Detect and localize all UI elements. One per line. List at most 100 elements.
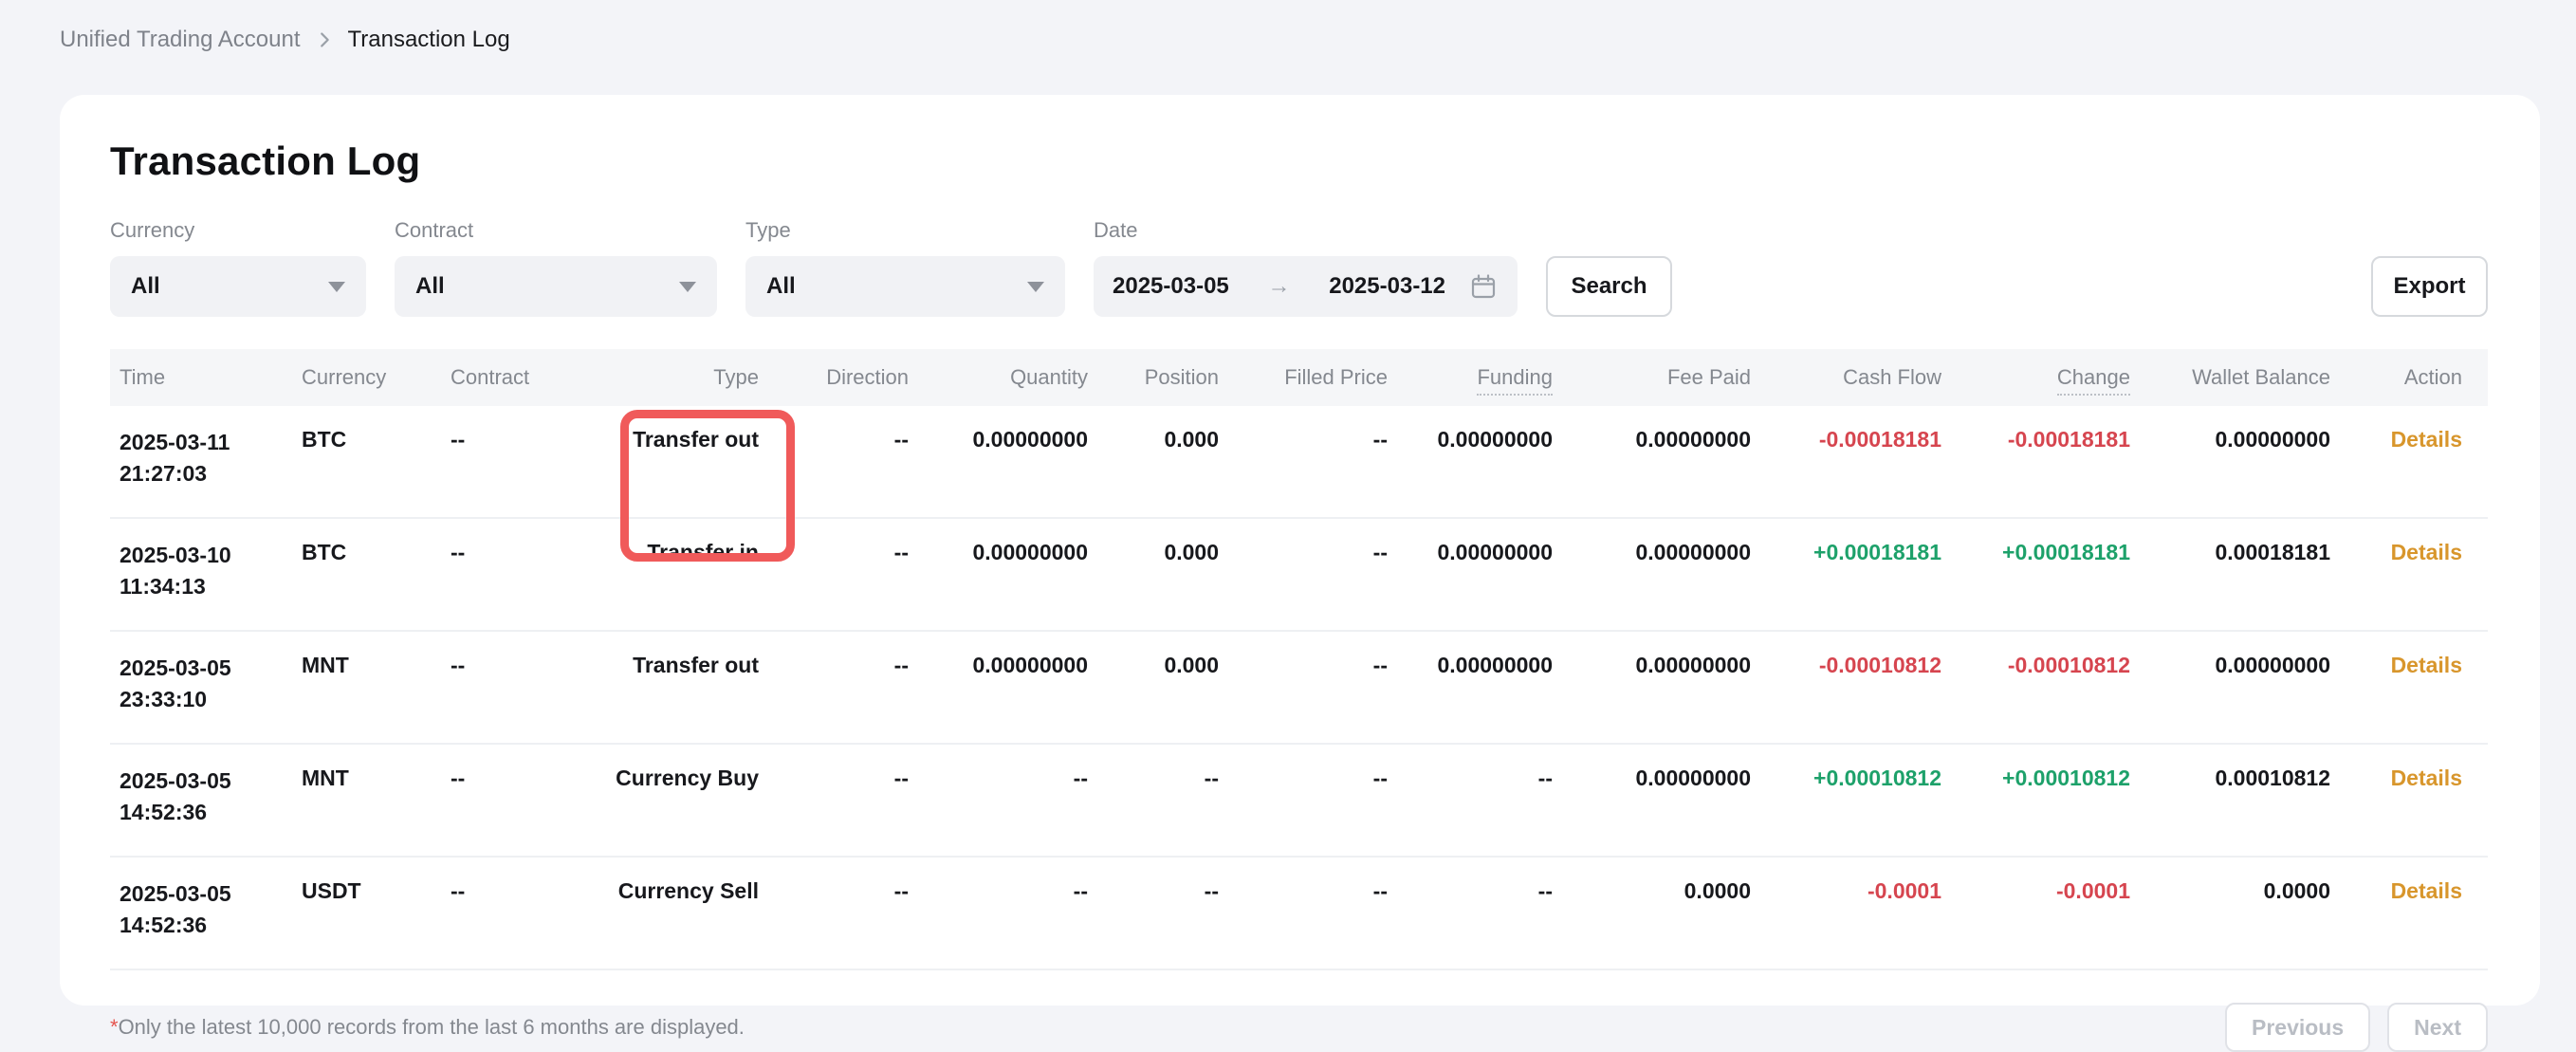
cell-change: -0.00018181: [1967, 406, 2156, 518]
cell-currency: USDT: [292, 857, 441, 969]
breadcrumb-parent-link[interactable]: Unified Trading Account: [60, 27, 301, 53]
table-row: 2025-03-1121:27:03 BTC -- Transfer out -…: [110, 406, 2488, 518]
cell-cash-flow: +0.00018181: [1776, 518, 1967, 631]
cell-position: --: [1113, 744, 1244, 857]
cell-wallet-balance: 0.00000000: [2156, 406, 2356, 518]
currency-filter: Currency All: [110, 218, 366, 317]
breadcrumb: Unified Trading Account Transaction Log: [60, 27, 510, 53]
cell-position: 0.000: [1113, 631, 1244, 744]
search-button[interactable]: Search: [1546, 256, 1672, 317]
cell-funding: 0.00000000: [1413, 631, 1578, 744]
cell-filled-price: --: [1244, 406, 1413, 518]
cell-quantity: --: [934, 744, 1113, 857]
cell-time: 2025-03-0514:52:36: [110, 857, 292, 969]
cell-action: Details: [2356, 631, 2488, 744]
cell-currency: BTC: [292, 518, 441, 631]
note-text: Only the latest 10,000 records from the …: [119, 1015, 745, 1039]
currency-filter-label: Currency: [110, 218, 366, 243]
cell-wallet-balance: 0.0000: [2156, 857, 2356, 969]
cell-type: Transfer out: [614, 406, 784, 518]
cell-filled-price: --: [1244, 518, 1413, 631]
type-select[interactable]: All: [745, 256, 1065, 317]
cell-change: -0.00010812: [1967, 631, 2156, 744]
details-link[interactable]: Details: [2391, 540, 2462, 564]
transaction-table: Time Currency Contract Type Direction Qu…: [110, 349, 2488, 970]
cell-fee-paid: 0.00000000: [1578, 518, 1776, 631]
cell-cash-flow: -0.0001: [1776, 857, 1967, 969]
cell-quantity: 0.00000000: [934, 406, 1113, 518]
col-header-time: Time: [110, 349, 292, 406]
cell-quantity: 0.00000000: [934, 518, 1113, 631]
cell-action: Details: [2356, 518, 2488, 631]
page-title: Transaction Log: [60, 95, 2540, 184]
cell-currency: MNT: [292, 744, 441, 857]
cell-position: 0.000: [1113, 406, 1244, 518]
filter-bar: Currency All Contract All Type All: [110, 218, 2488, 317]
cell-fee-paid: 0.00000000: [1578, 406, 1776, 518]
details-link[interactable]: Details: [2391, 766, 2462, 790]
details-link[interactable]: Details: [2391, 653, 2462, 677]
cell-filled-price: --: [1244, 631, 1413, 744]
next-button[interactable]: Next: [2387, 1003, 2488, 1052]
cell-position: 0.000: [1113, 518, 1244, 631]
col-header-currency: Currency: [292, 349, 441, 406]
type-filter-label: Type: [745, 218, 1065, 243]
date-range-picker[interactable]: 2025-03-05 → 2025-03-12: [1094, 256, 1518, 317]
date-filter-label: Date: [1094, 218, 1518, 243]
cell-filled-price: --: [1244, 857, 1413, 969]
col-header-action: Action: [2356, 349, 2488, 406]
cell-contract: --: [441, 631, 614, 744]
chevron-down-icon: [679, 282, 696, 292]
col-header-change[interactable]: Change: [1967, 349, 2156, 406]
col-header-funding[interactable]: Funding: [1413, 349, 1578, 406]
cell-type: Transfer in: [614, 518, 784, 631]
cell-type: Currency Sell: [614, 857, 784, 969]
currency-select[interactable]: All: [110, 256, 366, 317]
contract-select-value: All: [415, 273, 445, 300]
col-header-wallet-balance: Wallet Balance: [2156, 349, 2356, 406]
cell-funding: --: [1413, 744, 1578, 857]
cell-type: Currency Buy: [614, 744, 784, 857]
table-footer: *Only the latest 10,000 records from the…: [110, 1003, 2488, 1052]
transaction-log-card: Transaction Log Currency All Contract Al…: [60, 95, 2540, 1006]
col-header-type: Type: [614, 349, 784, 406]
contract-select[interactable]: All: [395, 256, 717, 317]
col-header-cash-flow: Cash Flow: [1776, 349, 1967, 406]
cell-position: --: [1113, 857, 1244, 969]
col-header-direction: Direction: [784, 349, 934, 406]
col-header-position: Position: [1113, 349, 1244, 406]
currency-select-value: All: [131, 273, 160, 300]
export-button[interactable]: Export: [2371, 256, 2488, 317]
cell-fee-paid: 0.00000000: [1578, 744, 1776, 857]
details-link[interactable]: Details: [2391, 878, 2462, 903]
col-header-contract: Contract: [441, 349, 614, 406]
calendar-icon: [1468, 271, 1499, 302]
table-row: 2025-03-0523:33:10 MNT -- Transfer out -…: [110, 631, 2488, 744]
col-header-quantity: Quantity: [934, 349, 1113, 406]
cell-time: 2025-03-0523:33:10: [110, 631, 292, 744]
cell-direction: --: [784, 631, 934, 744]
cell-fee-paid: 0.0000: [1578, 857, 1776, 969]
previous-button[interactable]: Previous: [2225, 1003, 2370, 1052]
cell-quantity: --: [934, 857, 1113, 969]
date-filter: Date 2025-03-05 → 2025-03-12: [1094, 218, 1518, 317]
col-header-fee-paid: Fee Paid: [1578, 349, 1776, 406]
cell-direction: --: [784, 744, 934, 857]
cell-action: Details: [2356, 744, 2488, 857]
cell-action: Details: [2356, 857, 2488, 969]
chevron-down-icon: [328, 282, 345, 292]
records-note: *Only the latest 10,000 records from the…: [110, 1015, 745, 1040]
cell-currency: MNT: [292, 631, 441, 744]
cell-direction: --: [784, 406, 934, 518]
type-select-value: All: [766, 273, 796, 300]
col-header-filled-price: Filled Price: [1244, 349, 1413, 406]
cell-wallet-balance: 0.00010812: [2156, 744, 2356, 857]
details-link[interactable]: Details: [2391, 427, 2462, 452]
cell-filled-price: --: [1244, 744, 1413, 857]
contract-filter: Contract All: [395, 218, 717, 317]
cell-time: 2025-03-1121:27:03: [110, 406, 292, 518]
note-asterisk: *: [110, 1015, 119, 1039]
cell-contract: --: [441, 518, 614, 631]
table-row: 2025-03-0514:52:36 MNT -- Currency Buy -…: [110, 744, 2488, 857]
chevron-down-icon: [1027, 282, 1044, 292]
